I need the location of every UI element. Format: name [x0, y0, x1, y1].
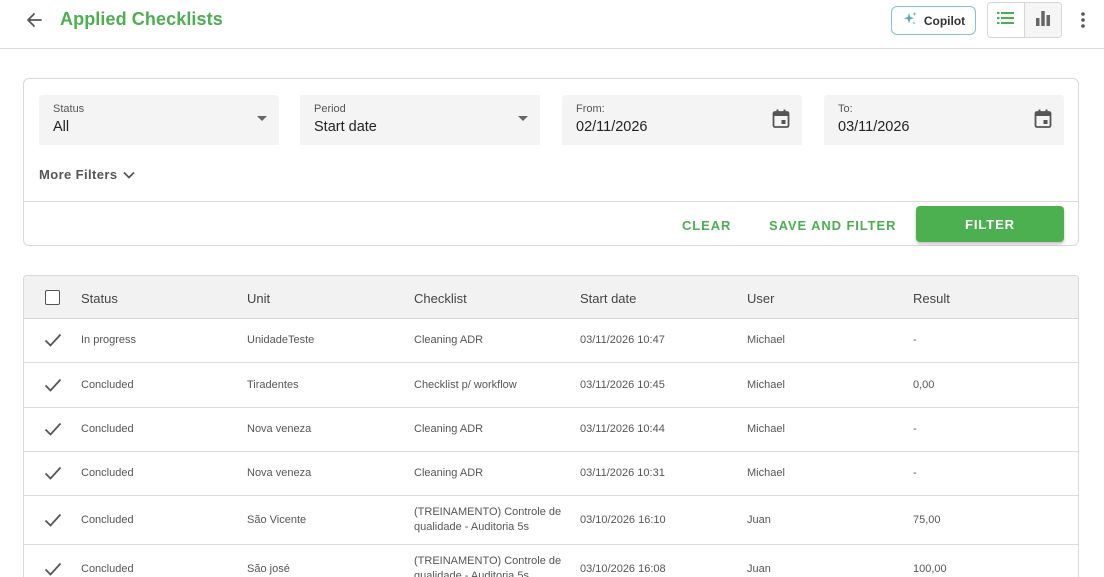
- cell-checklist: Cleaning ADR: [414, 423, 484, 435]
- calendar-icon[interactable]: [772, 109, 790, 134]
- chevron-down-icon: [123, 167, 136, 182]
- cell-result: -: [913, 467, 917, 479]
- cell-user: Michael: [747, 334, 785, 346]
- bar-chart-icon: [1035, 10, 1051, 31]
- cell-unit: Nova veneza: [247, 423, 312, 435]
- check-icon: [44, 333, 62, 352]
- cell-user: Juan: [747, 562, 771, 575]
- cell-user: Michael: [747, 378, 785, 391]
- status-select-value: All: [53, 119, 70, 135]
- checklists-table: Status Unit Checklist Start date User Re…: [23, 275, 1079, 577]
- filter-button[interactable]: FILTER: [916, 206, 1064, 242]
- sparkle-icon: [902, 11, 918, 30]
- cell-start-date: 03/11/2026 10:44: [580, 423, 665, 435]
- cell-result: -: [913, 334, 917, 346]
- to-date-label: To:: [838, 103, 853, 115]
- cell-result: 75,00: [913, 513, 941, 526]
- cell-result: 100,00: [913, 562, 947, 575]
- check-icon: [44, 422, 62, 441]
- table-row[interactable]: Concluded São Vicente (TREINAMENTO) Contro…: [24, 496, 1078, 545]
- divider: [24, 201, 1078, 202]
- cell-result: 0,00: [913, 378, 935, 391]
- cell-checklist: (TREINAMENTO) Controle de qualidade - Au…: [414, 505, 562, 533]
- cell-unit: Nova veneza: [247, 467, 312, 479]
- column-header-checklist[interactable]: Checklist: [414, 276, 467, 319]
- table-row[interactable]: In progress UnidadeTeste Cleaning ADR 03/11…: [24, 319, 1078, 363]
- column-header-start-date[interactable]: Start date: [580, 276, 636, 319]
- column-header-user[interactable]: User: [747, 276, 774, 319]
- check-icon: [44, 513, 62, 532]
- cell-checklist: Cleaning ADR: [414, 467, 484, 479]
- cell-result: -: [913, 423, 917, 435]
- from-date-value: 02/11/2026: [576, 119, 648, 135]
- list-view-button[interactable]: [988, 3, 1025, 37]
- cell-start-date: 03/11/2026 10:47: [580, 334, 665, 346]
- to-date-field[interactable]: To: 03/11/2026: [824, 95, 1064, 145]
- cell-start-date: 03/11/2026 10:45: [580, 378, 665, 391]
- column-header-result[interactable]: Result: [913, 276, 950, 319]
- cell-start-date: 03/11/2026 10:31: [580, 467, 665, 479]
- cell-start-date: 03/10/2026 16:08: [580, 562, 666, 575]
- cell-status: Concluded: [81, 562, 134, 575]
- table-row[interactable]: Concluded Nova veneza Cleaning ADR 03/11/20…: [24, 452, 1078, 496]
- status-select[interactable]: Status All: [39, 95, 279, 145]
- from-date-label: From:: [576, 103, 605, 115]
- check-icon: [44, 378, 62, 397]
- calendar-icon[interactable]: [1034, 109, 1052, 134]
- chart-view-button[interactable]: [1024, 3, 1061, 37]
- save-and-filter-button[interactable]: SAVE AND FILTER: [769, 208, 896, 242]
- cell-status: In progress: [81, 334, 137, 346]
- cell-status: Concluded: [81, 423, 134, 435]
- cell-unit: São Vicente: [247, 513, 307, 526]
- cell-checklist: Cleaning ADR: [414, 334, 484, 346]
- table-row[interactable]: Concluded São josé (TREINAMENTO) Controle …: [24, 545, 1078, 577]
- cell-unit: Tiradentes: [247, 378, 299, 391]
- status-select-label: Status: [53, 103, 85, 115]
- cell-checklist: Checklist p/ workflow: [414, 378, 517, 391]
- back-arrow-icon[interactable]: [22, 8, 46, 32]
- more-filters-toggle[interactable]: More Filters: [39, 167, 136, 182]
- copilot-label: Copilot: [923, 13, 966, 28]
- copilot-button[interactable]: Copilot: [891, 6, 976, 35]
- cell-unit: UnidadeTeste: [247, 334, 315, 346]
- cell-status: Concluded: [81, 513, 134, 526]
- cell-status: Concluded: [81, 467, 134, 479]
- cell-checklist: (TREINAMENTO) Controle de qualidade - Au…: [414, 554, 562, 577]
- dropdown-caret-icon: [518, 109, 528, 121]
- clear-button[interactable]: CLEAR: [682, 208, 731, 242]
- column-header-status[interactable]: Status: [81, 276, 118, 319]
- more-vert-icon[interactable]: [1074, 8, 1092, 32]
- dropdown-caret-icon: [257, 109, 267, 121]
- cell-user: Michael: [747, 467, 785, 479]
- table-row[interactable]: Concluded Tiradentes Checklist p/ workflow…: [24, 363, 1078, 408]
- to-date-value: 03/11/2026: [838, 119, 910, 135]
- filter-panel: Status All Period Start date From: 02/11…: [23, 78, 1079, 246]
- view-toggle: [987, 2, 1062, 38]
- more-filters-label: More Filters: [39, 167, 118, 182]
- select-all-checkbox[interactable]: [45, 290, 60, 305]
- app-header: Applied Checklists Copilot: [0, 0, 1104, 49]
- cell-unit: São josé: [247, 562, 290, 575]
- page-title: Applied Checklists: [60, 9, 223, 29]
- period-select-value: Start date: [314, 119, 377, 135]
- cell-start-date: 03/10/2026 16:10: [580, 513, 666, 526]
- check-icon: [44, 466, 62, 485]
- cell-user: Michael: [747, 423, 785, 435]
- cell-status: Concluded: [81, 378, 134, 391]
- table-row[interactable]: Concluded Nova veneza Cleaning ADR 03/11/20…: [24, 408, 1078, 452]
- table-header: Status Unit Checklist Start date User Re…: [24, 276, 1078, 319]
- from-date-field[interactable]: From: 02/11/2026: [562, 95, 802, 145]
- check-icon: [44, 562, 62, 577]
- period-select-label: Period: [314, 103, 346, 115]
- cell-user: Juan: [747, 513, 771, 526]
- period-select[interactable]: Period Start date: [300, 95, 540, 145]
- list-icon: [996, 11, 1015, 30]
- column-header-unit[interactable]: Unit: [247, 276, 270, 319]
